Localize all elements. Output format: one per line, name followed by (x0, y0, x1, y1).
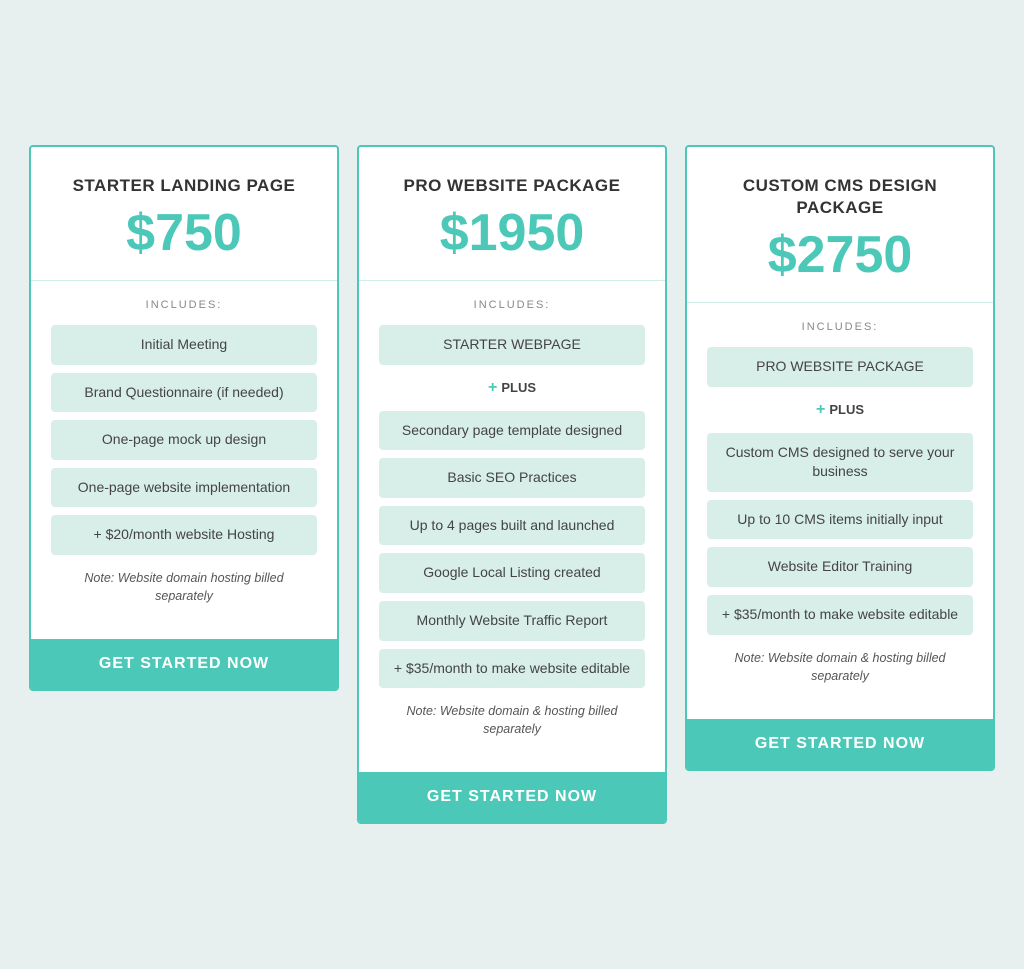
pricing-container: STARTER LANDING PAGE $750 INCLUDES: Initial… (22, 145, 1002, 825)
card-footer-pro: GET STARTED NOW (359, 772, 665, 822)
pricing-card-pro: PRO WEBSITE PACKAGE $1950 INCLUDES: STARTER… (357, 145, 667, 825)
feature-list-pro: STARTER WEBPAGE + PLUS Secondary page temp… (379, 325, 645, 688)
card-body-pro: INCLUDES: STARTER WEBPAGE + PLUS Secondary … (359, 281, 665, 756)
feature-item-starter-2: One-page mock up design (51, 420, 317, 460)
includes-label-starter: INCLUDES: (51, 299, 317, 311)
card-header-starter: STARTER LANDING PAGE $750 (31, 147, 337, 281)
includes-label-pro: INCLUDES: (379, 299, 645, 311)
feature-item-custom-4: Website Editor Training (707, 547, 973, 587)
feature-item-pro-2: Secondary page template designed (379, 411, 645, 451)
feature-list-starter: Initial Meeting Brand Questionnaire (if n… (51, 325, 317, 555)
feature-item-starter-1: Brand Questionnaire (if needed) (51, 373, 317, 413)
card-header-custom: CUSTOM CMS DESIGN PACKAGE $2750 (687, 147, 993, 303)
feature-item-starter-0: Initial Meeting (51, 325, 317, 365)
plus-icon: + (488, 379, 497, 397)
feature-item-pro-6: Monthly Website Traffic Report (379, 601, 645, 641)
card-body-custom: INCLUDES: PRO WEBSITE PACKAGE + PLUS Custom… (687, 303, 993, 703)
includes-label-custom: INCLUDES: (707, 321, 973, 333)
card-footer-custom: GET STARTED NOW (687, 719, 993, 769)
plus-text-custom-1: PLUS (829, 402, 864, 417)
feature-item-pro-5: Google Local Listing created (379, 553, 645, 593)
feature-item-custom-3: Up to 10 CMS items initially input (707, 500, 973, 540)
pricing-card-starter: STARTER LANDING PAGE $750 INCLUDES: Initial… (29, 145, 339, 692)
feature-list-custom: PRO WEBSITE PACKAGE + PLUS Custom CMS desi… (707, 347, 973, 635)
feature-item-pro-7: + $35/month to make website editable (379, 649, 645, 689)
plus-divider-custom-1: + PLUS (707, 401, 973, 419)
card-title-pro: PRO WEBSITE PACKAGE (379, 175, 645, 197)
feature-item-custom-2: Custom CMS designed to serve your busine… (707, 433, 973, 492)
card-title-custom: CUSTOM CMS DESIGN PACKAGE (707, 175, 973, 219)
plus-text-pro-1: PLUS (501, 380, 536, 395)
note-text-pro: Note: Website domain & hosting billed se… (379, 702, 645, 738)
card-price-starter: $750 (51, 205, 317, 262)
card-title-starter: STARTER LANDING PAGE (51, 175, 317, 197)
cta-button-custom[interactable]: GET STARTED NOW (703, 735, 977, 753)
feature-item-starter-4: + $20/month website Hosting (51, 515, 317, 555)
feature-item-pro-4: Up to 4 pages built and launched (379, 506, 645, 546)
card-price-custom: $2750 (707, 227, 973, 284)
card-price-pro: $1950 (379, 205, 645, 262)
card-header-pro: PRO WEBSITE PACKAGE $1950 (359, 147, 665, 281)
card-body-starter: INCLUDES: Initial Meeting Brand Questionna… (31, 281, 337, 623)
feature-item-starter-3: One-page website implementation (51, 468, 317, 508)
cta-button-starter[interactable]: GET STARTED NOW (47, 655, 321, 673)
feature-item-pro-3: Basic SEO Practices (379, 458, 645, 498)
pricing-card-custom: CUSTOM CMS DESIGN PACKAGE $2750 INCLUDES: P… (685, 145, 995, 771)
note-text-custom: Note: Website domain & hosting billed se… (707, 649, 973, 685)
plus-divider-pro-1: + PLUS (379, 379, 645, 397)
feature-item-custom-5: + $35/month to make website editable (707, 595, 973, 635)
cta-button-pro[interactable]: GET STARTED NOW (375, 788, 649, 806)
card-footer-starter: GET STARTED NOW (31, 639, 337, 689)
feature-item-custom-0: PRO WEBSITE PACKAGE (707, 347, 973, 387)
feature-item-pro-0: STARTER WEBPAGE (379, 325, 645, 365)
note-text-starter: Note: Website domain hosting billed sepa… (51, 569, 317, 605)
plus-icon: + (816, 401, 825, 419)
